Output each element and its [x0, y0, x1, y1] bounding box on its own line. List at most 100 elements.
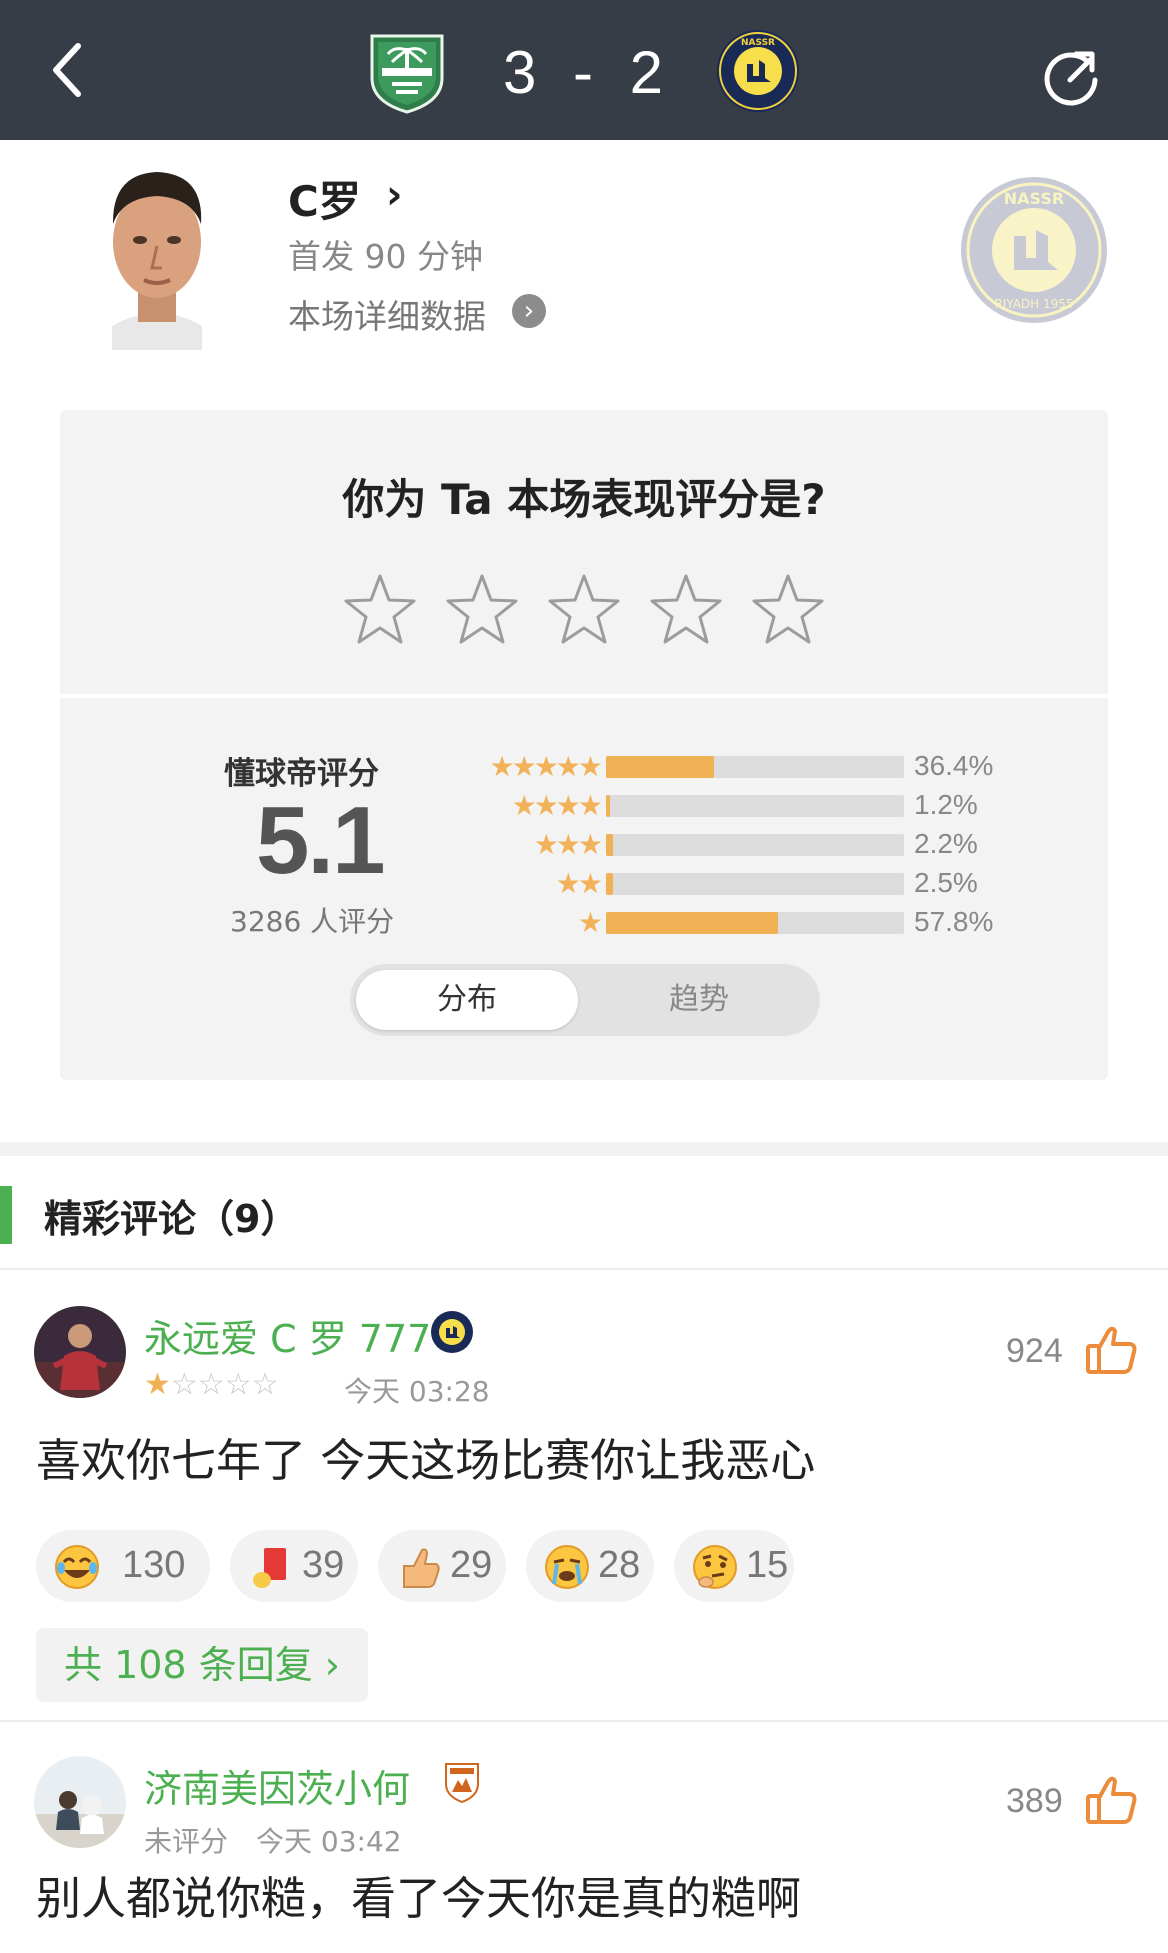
like-count: 389: [1006, 1782, 1063, 1820]
distribution-row-4-star: ★★★★ 1.2%: [60, 789, 1108, 822]
distribution-row-1-star: ★ 57.8%: [60, 906, 1108, 939]
distribution-percent: 57.8%: [914, 906, 994, 937]
rating-star-input: [340, 570, 860, 650]
comment-text: 喜欢你七年了 今天这场比赛你让我恶心: [36, 1434, 816, 1487]
distribution-bar: [606, 873, 904, 895]
reaction-count: 28: [598, 1544, 641, 1586]
match-score: 3 - 2: [502, 39, 674, 106]
comment-username[interactable]: 永远爱 C 罗 777: [144, 1308, 431, 1363]
player-minutes: 首发 90 分钟: [288, 237, 483, 276]
crying-emoji-icon: [545, 1545, 589, 1589]
home-team-logo[interactable]: [364, 28, 450, 114]
tab-distribution[interactable]: 分布: [356, 970, 578, 1030]
thumbs-up-emoji-icon: [403, 1548, 440, 1588]
refresh-icon: [1044, 51, 1098, 106]
reaction-laugh-button[interactable]: 130: [36, 1530, 210, 1602]
rate-star-4-button[interactable]: [646, 570, 726, 650]
distribution-row-3-star: ★★★ 2.2%: [60, 828, 1108, 861]
chevron-right-icon[interactable]: ›: [386, 172, 402, 218]
distribution-bar-fill: [606, 795, 610, 817]
al-nassr-crest-icon: NASSR: [717, 30, 799, 112]
thinking-emoji-icon: [693, 1545, 737, 1589]
distribution-percent: 2.2%: [914, 828, 978, 859]
section-divider: [0, 1142, 1168, 1156]
chevron-left-icon: [53, 43, 81, 97]
red-card-icon: [253, 1548, 286, 1588]
away-team-logo[interactable]: NASSR: [715, 28, 801, 114]
team-crest-watermark: NASSR RIYADH 1955: [958, 174, 1110, 326]
shandong-taishan-crest-icon: [445, 1763, 479, 1804]
al-nassr-crest-icon: [431, 1311, 473, 1353]
match-header-bar: 3 - 2 NASSR: [0, 0, 1168, 140]
distribution-row-5-star: ★★★★★ 36.4%: [60, 750, 1108, 783]
reaction-count: 39: [302, 1544, 345, 1586]
like-button[interactable]: [1084, 1322, 1140, 1378]
thumbs-up-icon: [1086, 1326, 1137, 1374]
like-count: 924: [1006, 1332, 1063, 1370]
rating-summary-card: 懂球帝评分 5.1 3286 人评分 ★★★★★ 36.4% ★★★★ 1.2%…: [60, 698, 1108, 1080]
reaction-count: 15: [746, 1544, 789, 1586]
rate-star-1-button[interactable]: [340, 570, 420, 650]
star-outline-icon: [446, 574, 518, 644]
match-stats-link[interactable]: 本场详细数据: [288, 290, 486, 338]
svg-text:NASSR: NASSR: [741, 38, 775, 48]
distribution-percent: 36.4%: [914, 750, 994, 781]
player-name[interactable]: C罗: [288, 168, 361, 229]
al-ahli-crest-icon: [370, 34, 444, 114]
rate-star-5-button[interactable]: [748, 570, 828, 650]
star-rating-icon: ★★★★★: [489, 750, 603, 783]
user-team-badge: [430, 1310, 474, 1354]
avatar[interactable]: [34, 1306, 126, 1398]
comments-title: 精彩评论（9）: [44, 1197, 299, 1241]
avatar[interactable]: [34, 1756, 126, 1848]
star-outline-icon: [650, 574, 722, 644]
rate-question: 你为 Ta 本场表现评分是?: [342, 475, 826, 524]
section-accent-bar: [0, 1186, 12, 1244]
distribution-row-2-star: ★★ 2.5%: [60, 867, 1108, 900]
rating-view-toggle: 分布 趋势: [350, 964, 820, 1036]
laughing-crying-emoji-icon: [55, 1545, 99, 1589]
rate-star-3-button[interactable]: [544, 570, 624, 650]
star-outline-icon: [752, 574, 824, 644]
divider: [0, 1268, 1168, 1270]
user-rating-status: 未评分: [144, 1825, 229, 1858]
star-rating-icon: ★: [577, 906, 603, 939]
reaction-count: 29: [450, 1544, 493, 1586]
star-outline-icon: [548, 574, 620, 644]
distribution-percent: 1.2%: [914, 789, 978, 820]
distribution-bar: [606, 834, 904, 856]
star-rating-icon: ★★: [555, 867, 603, 900]
tab-trend[interactable]: 趋势: [588, 970, 810, 1030]
distribution-bar-fill: [606, 756, 715, 778]
view-replies-button[interactable]: 共 108 条回复 ›: [36, 1628, 368, 1702]
reaction-crying-button[interactable]: 28: [526, 1530, 654, 1602]
rate-player-card: 你为 Ta 本场表现评分是?: [60, 410, 1108, 694]
svg-text:RIYADH 1955: RIYADH 1955: [994, 297, 1073, 311]
distribution-bar: [606, 756, 904, 778]
user-team-badge: [440, 1760, 484, 1804]
svg-text:NASSR: NASSR: [1004, 189, 1064, 208]
distribution-bar-fill: [606, 834, 613, 856]
like-button[interactable]: [1084, 1772, 1140, 1828]
distribution-bar-fill: [606, 912, 779, 934]
distribution-bar-fill: [606, 873, 614, 895]
reaction-count: 130: [122, 1544, 186, 1586]
chevron-right-circle-icon[interactable]: ›: [512, 294, 546, 328]
comment-text: 别人都说你糙，看了今天你是真的糙啊: [36, 1872, 802, 1925]
refresh-button[interactable]: [1036, 40, 1106, 110]
star-rating-icon: ★★★★: [511, 789, 603, 822]
reaction-red-card-button[interactable]: 39: [230, 1530, 358, 1602]
reaction-thinking-button[interactable]: 15: [674, 1530, 794, 1602]
back-button[interactable]: [40, 34, 100, 106]
comment-username[interactable]: 济南美因茨小何: [144, 1758, 410, 1813]
thumbs-up-icon: [1086, 1776, 1137, 1824]
player-photo: [82, 150, 232, 350]
star-outline-icon: [344, 574, 416, 644]
distribution-bar: [606, 795, 904, 817]
reaction-thumbs-up-button[interactable]: 29: [378, 1530, 506, 1602]
distribution-percent: 2.5%: [914, 867, 978, 898]
star-rating-icon: ★★★: [533, 828, 603, 861]
user-rating-stars: ★☆☆☆☆: [144, 1367, 279, 1402]
distribution-bar: [606, 912, 904, 934]
rate-star-2-button[interactable]: [442, 570, 522, 650]
